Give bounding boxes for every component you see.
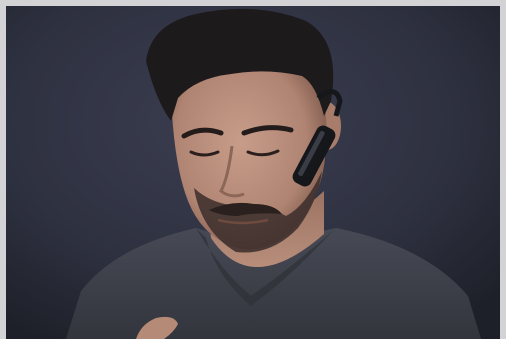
photo — [6, 6, 500, 339]
image-frame — [0, 0, 506, 339]
photo-illustration — [6, 6, 500, 339]
